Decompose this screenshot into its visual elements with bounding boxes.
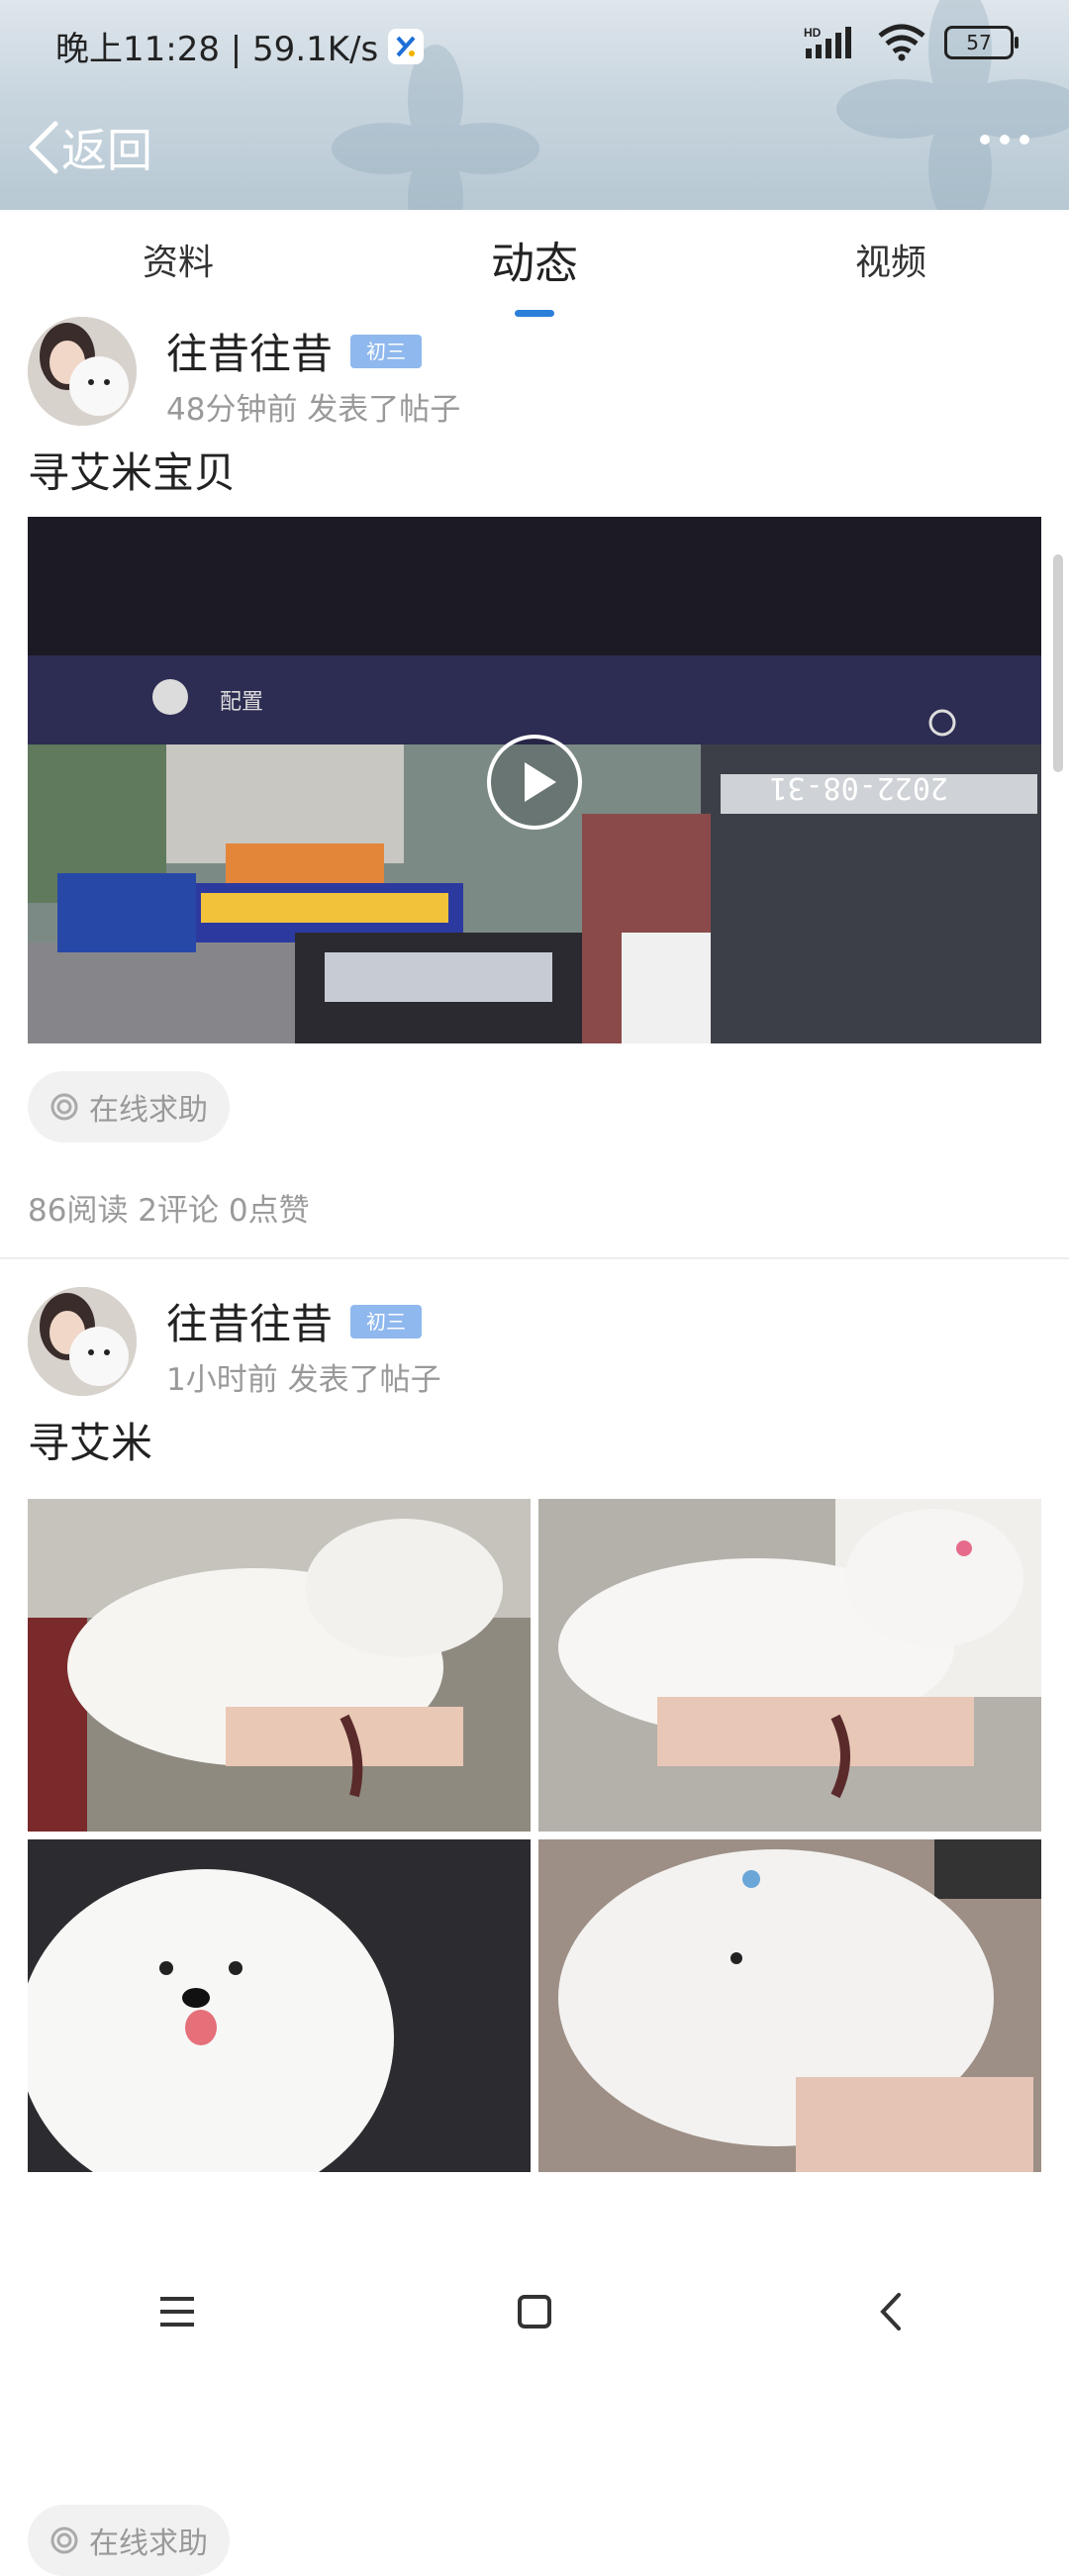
post-stats: 86阅读 2评论 0点赞: [28, 1193, 310, 1229]
network-label: HD: [804, 26, 822, 40]
tab-activity[interactable]: 动态: [436, 228, 633, 291]
online-help-label: 在线求助: [89, 1093, 208, 1128]
menu-button[interactable]: [139, 2272, 218, 2351]
home-icon: [518, 2295, 551, 2328]
video-date-overlay: 2022-08-31: [769, 770, 948, 805]
more-icon: [980, 135, 990, 145]
post-title[interactable]: 寻艾米: [28, 1410, 152, 1470]
post-title[interactable]: 寻艾米宝贝: [28, 440, 236, 500]
author-name[interactable]: 往昔往昔: [166, 1291, 333, 1351]
tab-bar: 资料 动态 视频: [0, 210, 1069, 309]
post-image[interactable]: [538, 1839, 1041, 2172]
online-help-tag[interactable]: 在线求助: [28, 2505, 230, 2576]
tab-videos[interactable]: 视频: [792, 234, 990, 285]
status-bar-right: HD 57: [804, 24, 1019, 61]
menu-icon: [160, 2297, 194, 2327]
more-button[interactable]: [980, 135, 1029, 145]
post-meta: 48分钟前 发表了帖子: [166, 392, 461, 428]
tab-profile[interactable]: 资料: [79, 234, 277, 285]
status-time: 晚上11:28 | 59.1K/s: [55, 30, 379, 69]
author-name[interactable]: 往昔往昔: [166, 321, 333, 381]
avatar[interactable]: [28, 1287, 137, 1396]
author-row: 往昔往昔 初三: [166, 321, 423, 381]
post-image[interactable]: [28, 1839, 531, 2172]
back-icon: [880, 2293, 901, 2330]
online-help-label: 在线求助: [89, 2526, 208, 2561]
video-config-label: 配置: [220, 690, 263, 715]
system-nav-bar: [0, 2247, 1069, 2376]
post-image[interactable]: [538, 1499, 1041, 1832]
battery-icon: 57: [944, 26, 1019, 59]
header: 晚上11:28 | 59.1K/s HD 57 返回: [0, 0, 1069, 210]
more-icon: [1000, 135, 1010, 145]
divider: [0, 1257, 1069, 1259]
battery-level: 57: [966, 31, 992, 54]
scrollbar[interactable]: [1053, 554, 1063, 772]
back-button[interactable]: 返回: [26, 115, 152, 180]
wifi-icon: [878, 24, 925, 61]
grade-badge: 初三: [350, 1304, 423, 1338]
post-image[interactable]: [28, 1499, 531, 1832]
avatar[interactable]: [28, 317, 137, 426]
online-help-tag[interactable]: 在线求助: [28, 1071, 230, 1142]
back-nav-button[interactable]: [851, 2272, 930, 2351]
video-thumbnail[interactable]: 配置 2022-08-31: [28, 517, 1041, 1043]
post[interactable]: 往昔往昔 初三 48分钟前 发表了帖子 寻艾米宝贝 配置 2022-08-31: [0, 309, 1069, 1259]
chevron-left-icon: [29, 121, 58, 174]
post-meta: 1小时前 发表了帖子: [166, 1362, 441, 1398]
more-icon: [1020, 135, 1029, 145]
home-button[interactable]: [495, 2272, 574, 2351]
target-icon: [50, 2526, 78, 2554]
target-icon: [50, 1093, 78, 1121]
grade-badge: 初三: [350, 334, 423, 368]
author-row: 往昔往昔 初三: [166, 1291, 423, 1351]
image-grid: [28, 1499, 1041, 2172]
status-bar-left: 晚上11:28 | 59.1K/s: [55, 22, 425, 70]
app-icon: [388, 28, 425, 64]
signal-icon: HD: [804, 26, 851, 58]
back-label: 返回: [61, 125, 152, 176]
play-icon[interactable]: [485, 733, 584, 832]
feed: 往昔往昔 初三 48分钟前 发表了帖子 寻艾米宝贝 配置 2022-08-31: [0, 309, 1069, 2576]
